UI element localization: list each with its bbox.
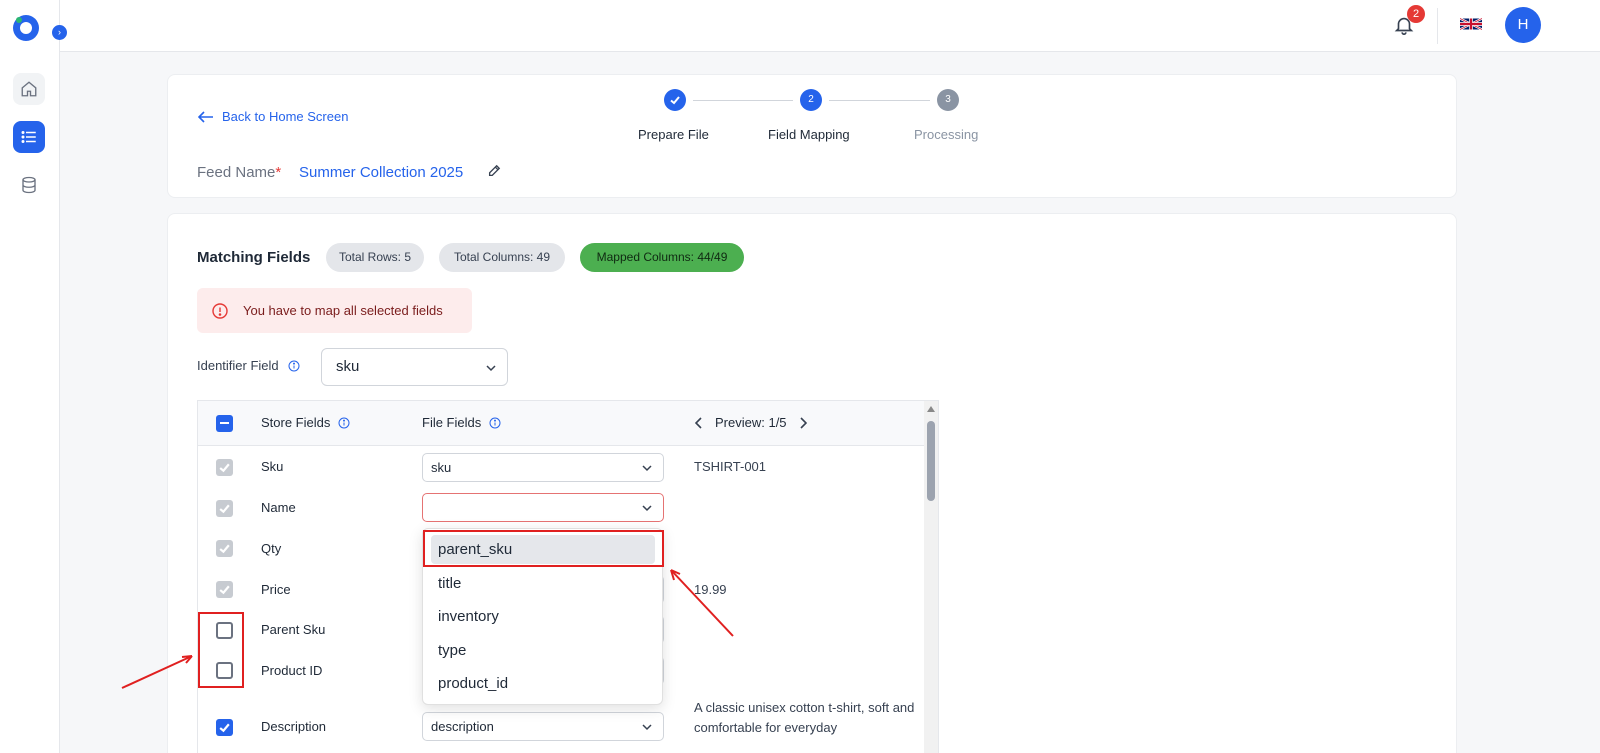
store-field-parent-sku: Parent Sku (261, 622, 326, 637)
scroll-up-arrow-icon[interactable] (927, 406, 935, 412)
minus-icon (220, 422, 229, 424)
annotation-box-checkboxes (198, 612, 244, 688)
arrow-left-icon (198, 110, 213, 123)
identifier-select-value: sku (336, 358, 360, 375)
total-rows-badge: Total Rows: 5 (326, 243, 424, 272)
database-icon (22, 176, 36, 194)
file-field-select-sku[interactable]: sku (422, 453, 664, 482)
back-to-home-link[interactable]: Back to Home Screen (198, 109, 348, 124)
preview-value-sku: TSHIRT-001 (694, 459, 767, 474)
feed-name-label: Feed Name* (197, 164, 281, 181)
chevron-down-icon (642, 505, 652, 512)
check-icon (219, 463, 230, 473)
preview-header: Preview: 1/5 (695, 415, 807, 430)
identifier-field-select[interactable]: sku (321, 348, 508, 386)
file-fields-header-label: File Fields (422, 415, 482, 430)
step-3-label: Processing (914, 127, 979, 142)
store-field-sku: Sku (261, 459, 284, 474)
total-columns-badge: Total Columns: 49 (439, 243, 565, 272)
check-icon (219, 585, 230, 595)
file-field-select-description[interactable]: description (422, 712, 664, 741)
home-icon (21, 81, 37, 97)
check-icon (219, 723, 230, 733)
info-icon[interactable] (338, 417, 350, 429)
identifier-label-text: Identifier Field (197, 358, 279, 373)
matching-fields-title: Matching Fields (197, 249, 311, 266)
sidebar: › (0, 0, 67, 753)
sidebar-item-feeds[interactable] (13, 121, 45, 153)
step-3-circle: 3 (937, 89, 959, 111)
dropdown-option[interactable]: inventory (431, 602, 655, 631)
preview-value-description: A classic unisex cotton t-shirt, soft an… (694, 700, 915, 735)
feed-name-value[interactable]: Summer Collection 2025 (299, 164, 463, 181)
dropdown-option[interactable]: title (431, 569, 655, 598)
chevron-right-icon: › (58, 27, 61, 37)
store-field-price: Price (261, 582, 291, 597)
row-checkbox-sku[interactable] (216, 459, 233, 476)
chevron-left-icon[interactable] (695, 416, 703, 429)
row-checkbox-price[interactable] (216, 581, 233, 598)
check-icon (670, 96, 680, 105)
feed-label-text: Feed Name (197, 164, 276, 181)
step-1-circle (664, 89, 686, 111)
file-field-select-name[interactable] (422, 493, 664, 522)
check-icon (219, 504, 230, 514)
table-scrollbar[interactable] (924, 401, 938, 753)
logo-accent-dot (16, 17, 22, 23)
chevron-right-icon[interactable] (799, 416, 807, 429)
check-icon (219, 544, 230, 554)
store-fields-header: Store Fields (261, 415, 350, 430)
store-field-name: Name (261, 500, 296, 515)
step-2-label: Field Mapping (768, 127, 850, 142)
file-fields-header: File Fields (422, 415, 501, 430)
annotation-box-option (423, 530, 664, 567)
validation-alert: You have to map all selected fields (197, 288, 472, 333)
sidebar-item-database[interactable] (13, 169, 45, 201)
dropdown-option[interactable]: product_id (431, 669, 655, 698)
table-header: Store Fields File Fields Preview: 1/5 (198, 401, 924, 446)
row-checkbox-qty[interactable] (216, 540, 233, 557)
chevron-down-icon (486, 365, 496, 372)
scrollbar-thumb[interactable] (927, 421, 935, 501)
step-2-circle: 2 (800, 89, 822, 111)
file-field-value: description (431, 719, 494, 734)
dropdown-option[interactable]: type (431, 636, 655, 665)
sidebar-item-home[interactable] (13, 73, 45, 105)
preview-value-price: 19.99 (694, 582, 727, 597)
step-connector (693, 100, 793, 101)
info-icon[interactable] (489, 417, 501, 429)
store-field-qty: Qty (261, 541, 282, 556)
top-bar (60, 0, 1600, 52)
uk-flag-icon[interactable] (1460, 17, 1482, 31)
required-asterisk: * (275, 164, 282, 181)
user-avatar[interactable]: H (1505, 7, 1541, 43)
alert-circle-icon (212, 302, 228, 319)
topbar-divider (1437, 8, 1438, 44)
mapped-columns-badge: Mapped Columns: 44/49 (580, 243, 744, 272)
select-all-checkbox[interactable] (216, 415, 233, 432)
store-field-description: Description (261, 719, 327, 734)
back-link-label: Back to Home Screen (222, 109, 349, 124)
identifier-field-label: Identifier Field (197, 358, 300, 373)
preview-pager-label: Preview: 1/5 (715, 415, 787, 430)
file-field-value: sku (431, 460, 452, 475)
row-checkbox-name[interactable] (216, 500, 233, 517)
chevron-down-icon (642, 724, 652, 731)
store-field-product-id: Product ID (261, 663, 323, 678)
info-icon[interactable] (288, 360, 300, 372)
notification-badge: 2 (1407, 5, 1425, 23)
alert-message: You have to map all selected fields (243, 303, 443, 318)
row-checkbox-description[interactable] (216, 719, 233, 736)
list-icon (21, 131, 36, 143)
sidebar-expand-button[interactable]: › (52, 25, 67, 40)
pencil-icon[interactable] (487, 164, 501, 178)
store-fields-header-label: Store Fields (261, 415, 331, 430)
step-connector (829, 100, 930, 101)
step-1-label: Prepare File (638, 127, 709, 142)
chevron-down-icon (642, 465, 652, 472)
